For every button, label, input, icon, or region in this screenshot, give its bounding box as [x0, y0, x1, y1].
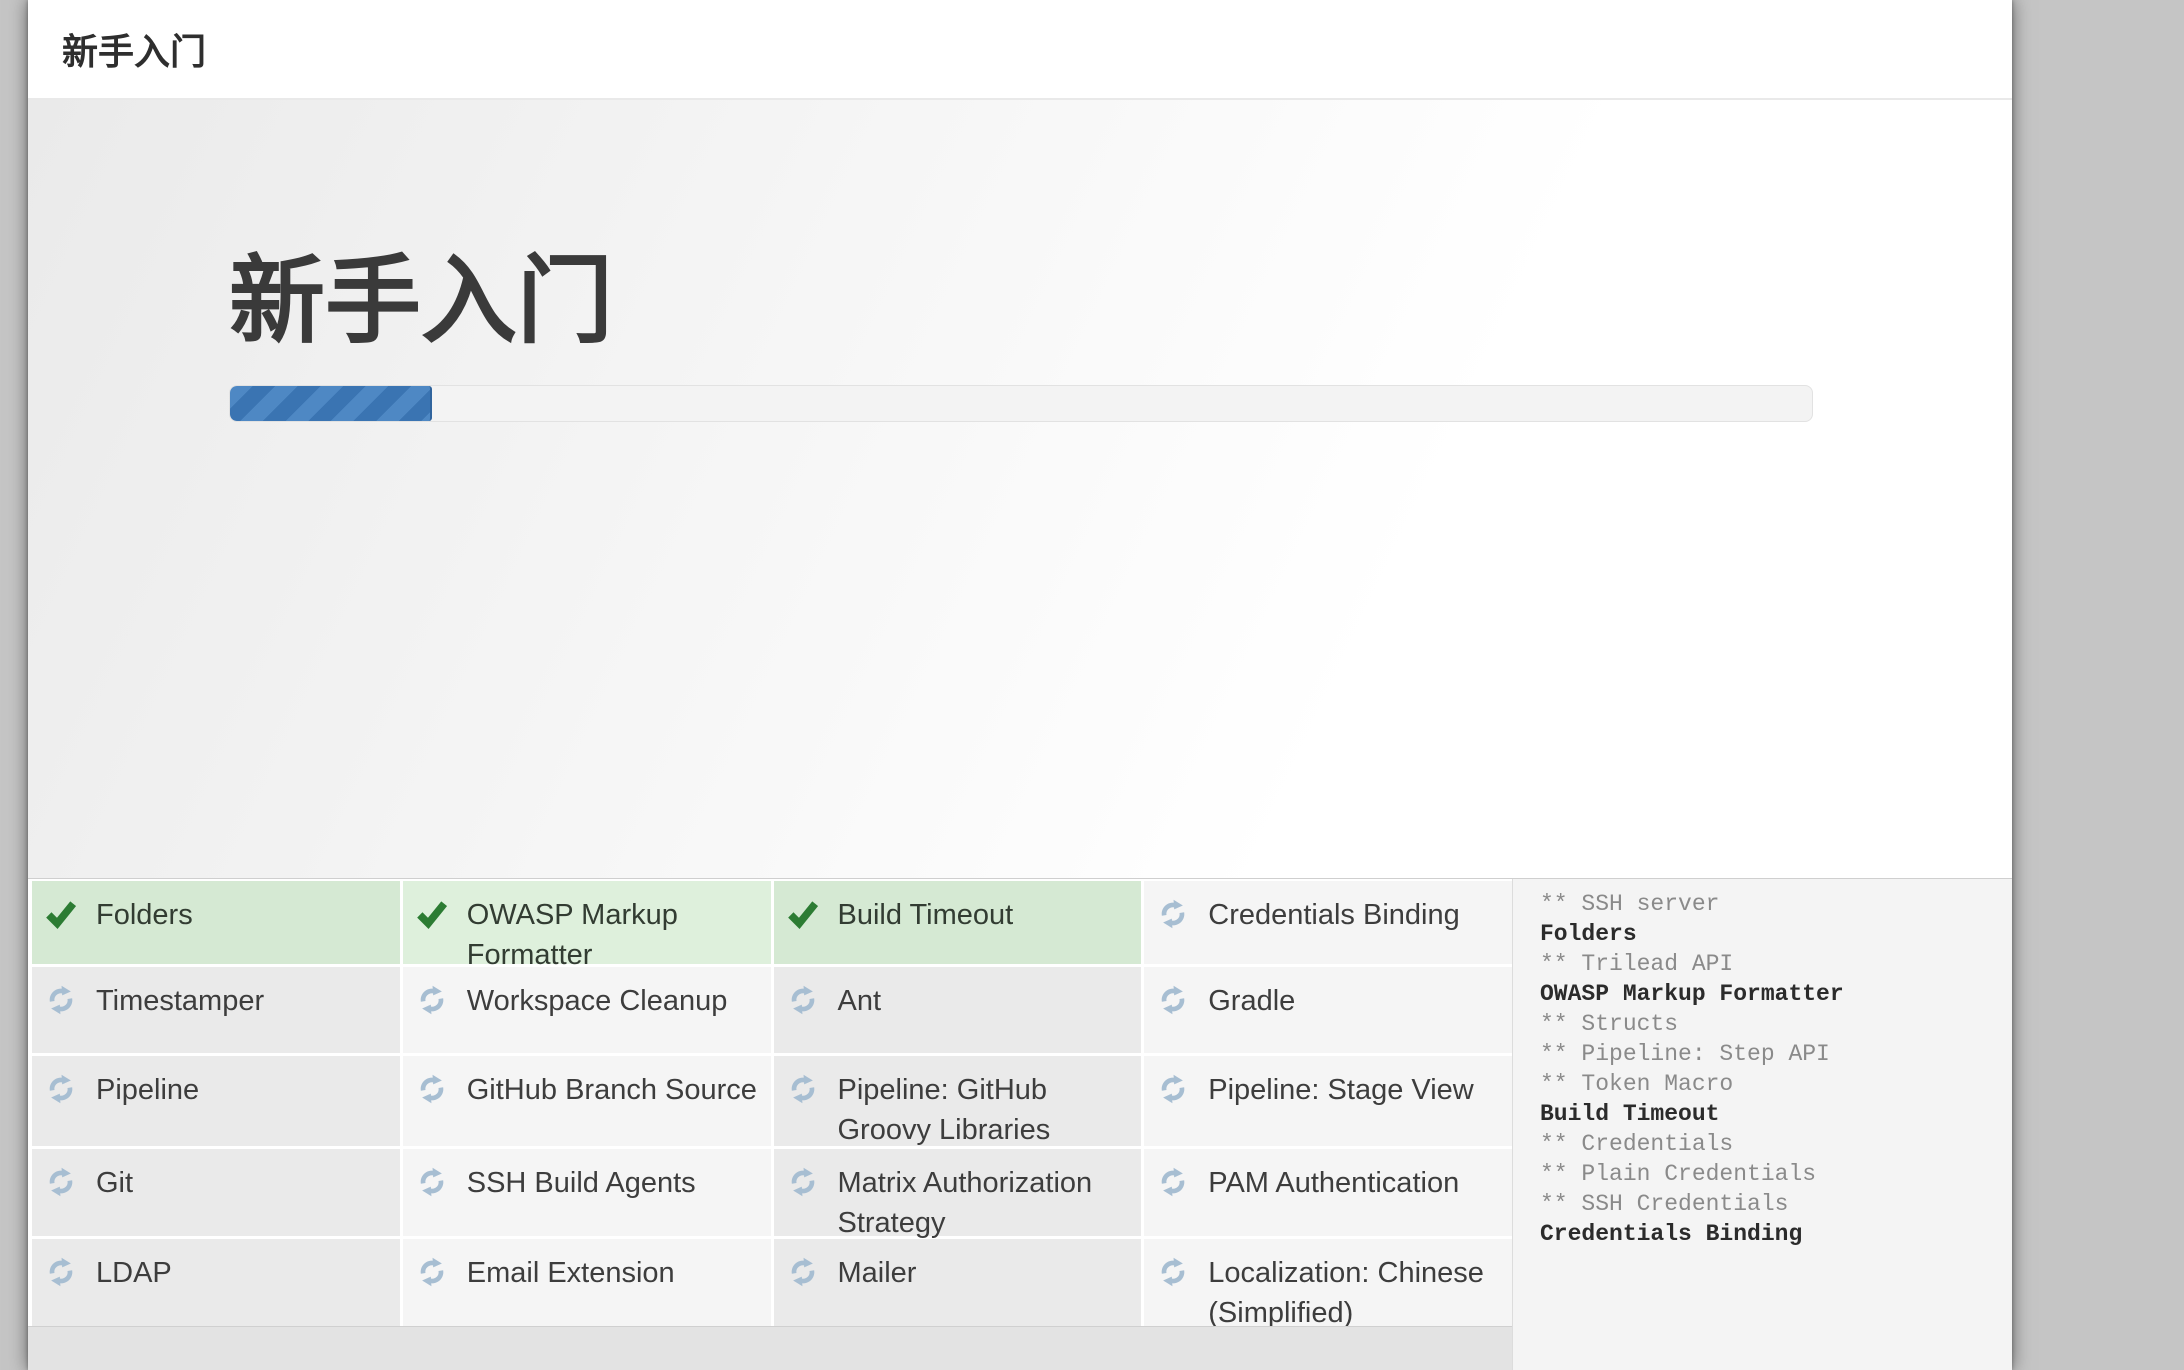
- plugin-cell: Matrix Authorization Strategy: [773, 1149, 1142, 1239]
- plugin-name: Build Timeout: [837, 899, 1014, 931]
- plugin-cell: Pipeline: [32, 1056, 400, 1146]
- install-log: ** SSH server Folders ** Trilead API OWASP …: [1512, 879, 2012, 1370]
- plugin-cell: Localization: Chinese (Simplified): [1144, 1239, 1512, 1329]
- plugin-name: SSH Build Agents: [466, 1167, 696, 1199]
- titlebar: 新手入门: [28, 0, 2012, 100]
- refresh-icon: [788, 985, 818, 1015]
- plugin-cell: Credentials Binding: [1144, 881, 1512, 964]
- log-line: OWASP Markup Formatter: [1540, 981, 1844, 1007]
- log-line: Folders: [1540, 921, 1637, 947]
- log-line: Build Timeout: [1540, 1101, 1720, 1127]
- plugin-cell: Timestamper: [32, 967, 400, 1053]
- plugin-cell: Ant: [773, 967, 1142, 1053]
- refresh-icon: [46, 1167, 76, 1197]
- refresh-icon: [1158, 899, 1188, 929]
- plugin-name: Pipeline: [96, 1074, 200, 1106]
- log-line: ** Token Macro: [1540, 1071, 1734, 1097]
- progress-fill: [230, 386, 433, 421]
- plugin-name: Workspace Cleanup: [466, 985, 728, 1017]
- plugin-name: Gradle: [1208, 985, 1296, 1017]
- log-line: ** Trilead API: [1540, 951, 1734, 977]
- grid-footer: [28, 1326, 1512, 1370]
- log-line: ** SSH server: [1540, 891, 1720, 917]
- page-title: 新手入门: [229, 248, 613, 355]
- refresh-icon: [46, 1257, 76, 1287]
- refresh-icon: [788, 1257, 818, 1287]
- plugin-cell: OWASP Markup Formatter: [402, 881, 771, 971]
- refresh-icon: [1158, 1257, 1188, 1287]
- log-line: ** Pipeline: Step API: [1540, 1041, 1830, 1067]
- hero-panel: 新手入门: [28, 100, 2012, 878]
- page-background: 新手入门 新手入门 Folders OWASP Markup Formatter…: [0, 0, 2184, 1370]
- refresh-icon: [417, 985, 447, 1015]
- refresh-icon: [417, 1167, 447, 1197]
- plugin-name: Pipeline: GitHub Groovy Libraries: [837, 1074, 1051, 1146]
- refresh-icon: [788, 1167, 818, 1197]
- log-line: ** Credentials: [1540, 1131, 1734, 1157]
- plugin-cell: Email Extension: [402, 1239, 771, 1326]
- log-line: ** SSH Credentials: [1540, 1191, 1789, 1217]
- plugin-name: Ant: [837, 985, 882, 1017]
- log-line: ** Structs: [1540, 1011, 1679, 1037]
- plugin-name: Git: [96, 1167, 134, 1199]
- refresh-icon: [788, 1074, 818, 1104]
- refresh-icon: [46, 985, 76, 1015]
- install-section: Folders OWASP Markup Formatter Build Tim…: [28, 878, 2012, 1370]
- refresh-icon: [417, 1074, 447, 1104]
- check-icon: [787, 899, 818, 929]
- plugin-name: Timestamper: [96, 985, 265, 1017]
- plugin-name: Pipeline: Stage View: [1208, 1074, 1474, 1106]
- refresh-icon: [417, 1257, 447, 1287]
- plugin-cell: Pipeline: Stage View: [1144, 1056, 1512, 1146]
- refresh-icon: [46, 1074, 76, 1104]
- log-line: ** Plain Credentials: [1540, 1161, 1817, 1187]
- plugin-cell: Workspace Cleanup: [402, 967, 771, 1053]
- plugin-cell: LDAP: [32, 1239, 400, 1326]
- plugin-cell: Folders: [32, 881, 400, 964]
- refresh-icon: [1158, 1074, 1188, 1104]
- check-icon: [416, 899, 447, 929]
- window-title: 新手入门: [62, 31, 207, 72]
- plugin-grid-column: Folders OWASP Markup Formatter Build Tim…: [28, 879, 1512, 1370]
- refresh-icon: [1158, 1167, 1188, 1197]
- plugin-name: Folders: [96, 899, 193, 931]
- plugin-cell: Mailer: [773, 1239, 1142, 1326]
- plugin-name: Email Extension: [466, 1257, 675, 1289]
- plugin-name: Localization: Chinese (Simplified): [1208, 1257, 1484, 1329]
- plugin-name: Matrix Authorization Strategy: [837, 1167, 1093, 1239]
- log-line: Credentials Binding: [1540, 1221, 1803, 1247]
- plugin-name: OWASP Markup Formatter: [466, 899, 678, 971]
- plugin-name: Credentials Binding: [1208, 899, 1460, 931]
- plugin-grid: Folders OWASP Markup Formatter Build Tim…: [28, 879, 1512, 1329]
- plugin-name: PAM Authentication: [1208, 1167, 1460, 1199]
- check-icon: [46, 899, 77, 929]
- setup-wizard-dialog: 新手入门 新手入门 Folders OWASP Markup Formatter…: [28, 0, 2012, 1370]
- plugin-name: LDAP: [96, 1257, 172, 1289]
- plugin-name: GitHub Branch Source: [466, 1074, 757, 1106]
- plugin-cell: Build Timeout: [773, 881, 1142, 964]
- plugin-cell: Git: [32, 1149, 400, 1236]
- plugin-cell: Gradle: [1144, 967, 1512, 1053]
- plugin-cell: Pipeline: GitHub Groovy Libraries: [773, 1056, 1142, 1146]
- plugin-cell: SSH Build Agents: [402, 1149, 771, 1236]
- plugin-name: Mailer: [837, 1257, 917, 1289]
- progress-bar: [229, 385, 1813, 422]
- refresh-icon: [1158, 985, 1188, 1015]
- plugin-cell: PAM Authentication: [1144, 1149, 1512, 1236]
- plugin-cell: GitHub Branch Source: [402, 1056, 771, 1146]
